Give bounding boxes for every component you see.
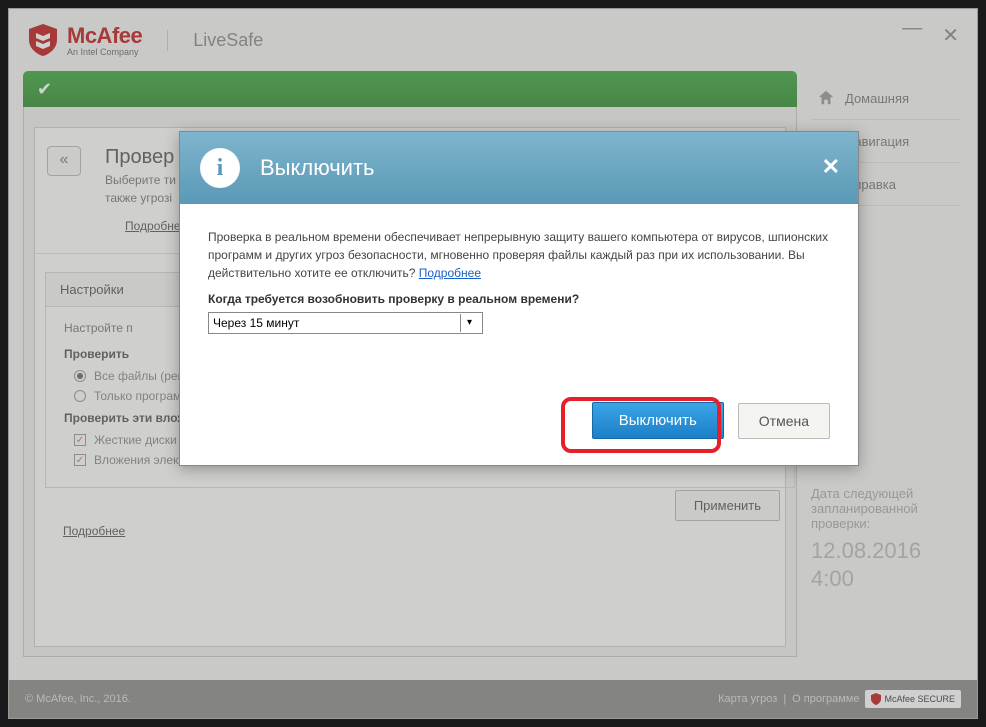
turnoff-dialog: i Выключить ✕ Проверка в реальном времен…	[179, 131, 859, 466]
dialog-close-button[interactable]: ✕	[822, 154, 840, 180]
select-value: Через 15 минут	[213, 316, 299, 330]
dialog-buttons: Выключить Отмена	[208, 402, 830, 439]
dialog-header: i Выключить ✕	[180, 132, 858, 204]
dialog-more-link[interactable]: Подробнее	[419, 266, 481, 280]
dialog-title: Выключить	[260, 155, 375, 181]
resume-time-select[interactable]: Через 15 минут ▾	[208, 312, 483, 334]
turnoff-button[interactable]: Выключить	[592, 402, 724, 439]
chevron-down-icon: ▾	[460, 314, 478, 332]
app-window: McAfee An Intel Company LiveSafe — ✕ ✔ «…	[8, 8, 978, 719]
dialog-question: Когда требуется возобновить проверку в р…	[208, 292, 830, 306]
cancel-button[interactable]: Отмена	[738, 403, 830, 439]
dialog-text: Проверка в реальном времени обеспечивает…	[208, 228, 830, 282]
info-icon: i	[200, 148, 240, 188]
dialog-body: Проверка в реальном времени обеспечивает…	[180, 204, 858, 465]
